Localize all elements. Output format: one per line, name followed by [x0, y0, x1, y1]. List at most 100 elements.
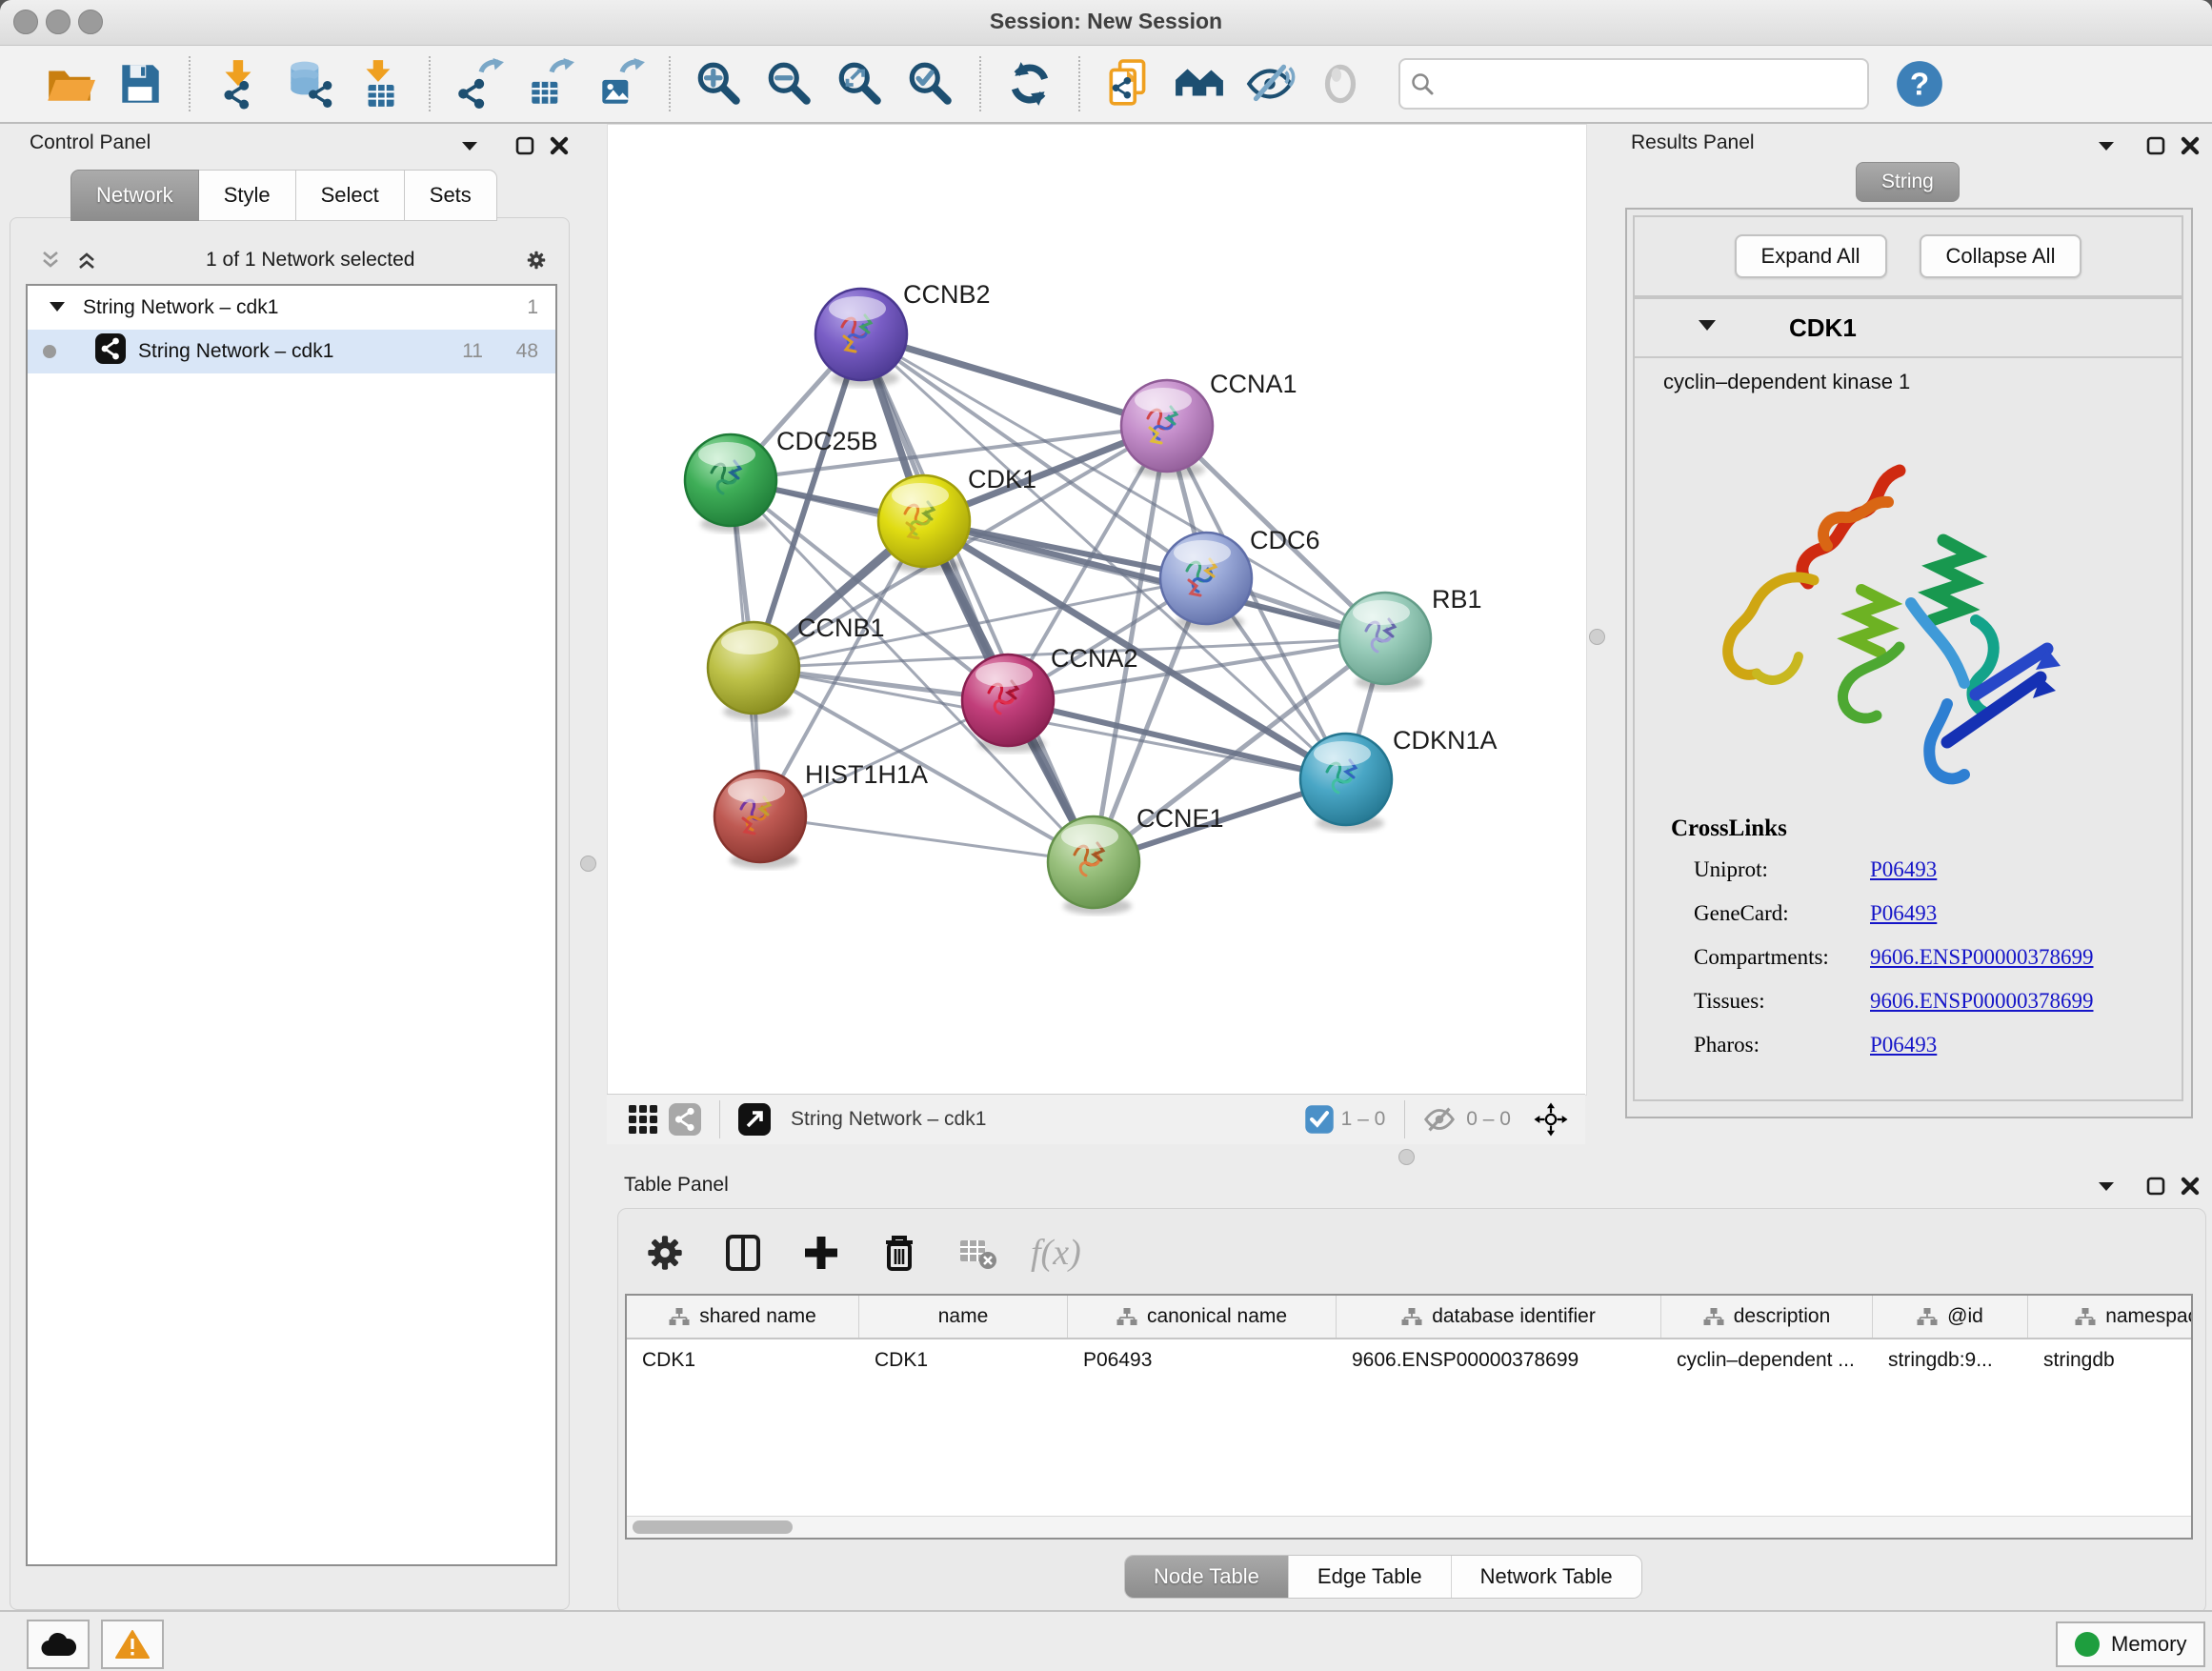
export-network-button[interactable]	[450, 54, 509, 113]
collapse-all-button[interactable]: Collapse All	[1920, 234, 2082, 278]
birdseye-grid-icon[interactable]	[622, 1098, 664, 1140]
import-network-button[interactable]	[210, 54, 269, 113]
bottom-splitter-handle[interactable]	[1398, 1149, 1415, 1165]
column-header-namespace[interactable]: namespace	[2028, 1296, 2193, 1338]
open-session-button[interactable]	[40, 54, 99, 113]
cloud-icon	[39, 1631, 77, 1658]
node-RB1[interactable]	[1339, 593, 1431, 691]
toolbar-separator	[429, 56, 431, 111]
table-cell[interactable]: CDK1	[859, 1339, 1068, 1381]
new-network-from-selection-button[interactable]	[1099, 54, 1158, 113]
gene-disclosure-icon[interactable]	[1698, 318, 1717, 337]
node-CCNA1[interactable]	[1121, 380, 1213, 478]
left-splitter-handle[interactable]	[580, 856, 596, 872]
table-panel-menu-caret-icon[interactable]	[2092, 1172, 2121, 1200]
search-input[interactable]	[1442, 71, 1858, 96]
column-header-name[interactable]: name	[859, 1296, 1068, 1338]
hierarchy-icon	[1917, 1307, 1938, 1326]
node-HIST1H1A[interactable]	[714, 771, 806, 869]
results-panel-float-icon[interactable]	[2142, 131, 2170, 160]
zoom-fit-button[interactable]	[831, 54, 890, 113]
node-CDC25B[interactable]	[685, 434, 776, 533]
import-table-button[interactable]	[351, 54, 410, 113]
warnings-button[interactable]	[101, 1620, 164, 1669]
edge-CCNA2-CDKN1A[interactable]	[1008, 700, 1346, 779]
column-header-description[interactable]: description	[1661, 1296, 1873, 1338]
export-image-button[interactable]	[591, 54, 650, 113]
table-cell[interactable]: CDK1	[627, 1339, 859, 1381]
table-cell[interactable]: stringdb	[2028, 1339, 2193, 1381]
tab-node-table[interactable]: Node Table	[1125, 1556, 1288, 1598]
results-panel-close-icon[interactable]	[2176, 131, 2204, 160]
network-options-gear-icon[interactable]	[522, 246, 551, 274]
column-header--id[interactable]: @id	[1873, 1296, 2028, 1338]
tab-network-table[interactable]: Network Table	[1451, 1556, 1641, 1598]
node-CDKN1A[interactable]	[1300, 734, 1392, 832]
new-network-from-selection-icon	[1103, 58, 1155, 110]
expand-all-networks-icon[interactable]	[72, 246, 101, 274]
control-panel-close-icon[interactable]	[545, 131, 573, 160]
network-graph[interactable]: CCNB2CCNA1CDC25BCDK1CDC6RB1CCNB1CCNA2CDK…	[607, 124, 1585, 1094]
table-panel-float-icon[interactable]	[2142, 1172, 2170, 1200]
string-panel-toggle-icon[interactable]	[664, 1098, 706, 1140]
zoom-out-button[interactable]	[760, 54, 819, 113]
global-search-input[interactable]	[1398, 58, 1869, 110]
zoom-selected-button[interactable]	[901, 54, 960, 113]
help-button[interactable]: ?	[1890, 54, 1949, 113]
fit-selected-crosshair-icon[interactable]	[1530, 1098, 1572, 1140]
redraw-network-button[interactable]	[1000, 54, 1059, 113]
table-panel-close-icon[interactable]	[2176, 1172, 2204, 1200]
table-cell[interactable]: cyclin–dependent ...	[1661, 1339, 1873, 1381]
tab-edge-table[interactable]: Edge Table	[1288, 1556, 1451, 1598]
edge-CCNB2-CCNA1[interactable]	[861, 334, 1167, 426]
first-neighbors-button[interactable]	[1170, 54, 1229, 113]
node-CDC6[interactable]	[1160, 533, 1252, 631]
tab-string[interactable]: String	[1856, 162, 1960, 202]
control-panel-menu-caret-icon[interactable]	[455, 131, 484, 160]
tab-select[interactable]: Select	[296, 170, 405, 221]
table-horizontal-scrollbar[interactable]	[627, 1516, 2191, 1538]
delete-column-trash-icon[interactable]	[875, 1228, 924, 1278]
show-columns-icon[interactable]	[718, 1228, 768, 1278]
crosslink-link[interactable]: 9606.ENSP00000378699	[1870, 989, 2094, 1014]
column-header-shared-name[interactable]: shared name	[627, 1296, 859, 1338]
column-header-database-identifier[interactable]: database identifier	[1337, 1296, 1661, 1338]
network-label: String Network – cdk1	[138, 340, 333, 363]
right-splitter-handle[interactable]	[1589, 629, 1605, 645]
open-in-new-window-icon[interactable]	[734, 1098, 775, 1140]
scrollbar-thumb[interactable]	[633, 1520, 793, 1534]
create-column-plus-icon[interactable]	[796, 1228, 846, 1278]
import-database-button[interactable]	[280, 54, 339, 113]
node-CDK1[interactable]	[878, 475, 970, 574]
table-cell[interactable]: P06493	[1068, 1339, 1337, 1381]
crosslink-link[interactable]: 9606.ENSP00000378699	[1870, 945, 2094, 970]
node-CCNE1[interactable]	[1048, 816, 1139, 915]
crosslink-link[interactable]: P06493	[1870, 857, 1937, 882]
collection-disclosure-icon[interactable]	[49, 296, 66, 319]
table-cell[interactable]: 9606.ENSP00000378699	[1337, 1339, 1661, 1381]
table-cell[interactable]: stringdb:9...	[1873, 1339, 2028, 1381]
memory-button[interactable]: Memory	[2056, 1621, 2205, 1667]
node-CCNB1[interactable]	[708, 622, 799, 720]
node-table[interactable]: shared namenamecanonical namedatabase id…	[625, 1294, 2193, 1540]
network-row[interactable]: String Network – cdk1 11 48	[28, 330, 555, 373]
export-table-button[interactable]	[520, 54, 579, 113]
collapse-all-networks-icon[interactable]	[36, 246, 65, 274]
edge-HIST1H1A-CCNE1[interactable]	[760, 816, 1094, 862]
save-session-button[interactable]	[111, 54, 170, 113]
hide-selected-button[interactable]	[1240, 54, 1299, 113]
zoom-in-button[interactable]	[690, 54, 749, 113]
network-collection-row[interactable]: String Network – cdk1 1	[28, 286, 555, 330]
gene-card-header[interactable]: CDK1	[1635, 299, 2182, 358]
results-panel-menu-caret-icon[interactable]	[2092, 131, 2121, 160]
table-settings-gear-icon[interactable]	[640, 1228, 690, 1278]
cloud-services-button[interactable]	[27, 1620, 90, 1669]
control-panel-float-icon[interactable]	[511, 131, 539, 160]
column-header-canonical-name[interactable]: canonical name	[1068, 1296, 1337, 1338]
expand-all-button[interactable]: Expand All	[1735, 234, 1887, 278]
crosslink-link[interactable]: P06493	[1870, 1033, 1937, 1057]
tab-network[interactable]: Network	[70, 170, 199, 221]
crosslink-link[interactable]: P06493	[1870, 901, 1937, 926]
tab-style[interactable]: Style	[199, 170, 296, 221]
tab-sets[interactable]: Sets	[405, 170, 497, 221]
